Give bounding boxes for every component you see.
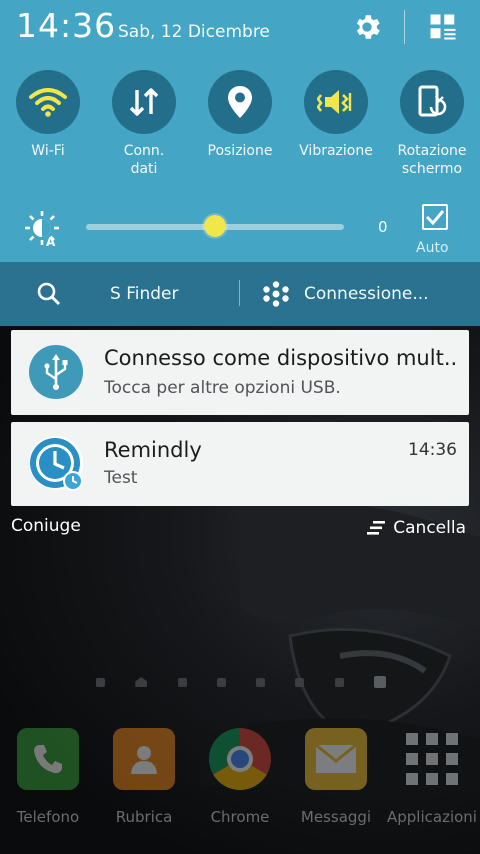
grid-edit-icon <box>430 14 456 40</box>
notification-remindly[interactable]: Remindly Test 14:36 <box>11 422 469 506</box>
location-icon <box>228 86 252 118</box>
toggle-mobile-data-circle <box>112 70 176 134</box>
toggle-mobile-data-label: Conn. dati <box>123 143 165 177</box>
edit-toggles-button[interactable] <box>424 8 462 46</box>
s-finder-label: S Finder <box>110 284 179 304</box>
toggle-wifi[interactable]: Wi-Fi <box>3 70 93 160</box>
dock-app-telefono-label: Telefono <box>16 808 80 826</box>
gear-icon <box>356 15 380 39</box>
dock-app-chrome[interactable]: Chrome <box>192 728 288 826</box>
dock-app-messaggi-label: Messaggi <box>300 808 372 826</box>
toggle-mobile-data[interactable]: Conn. dati <box>99 70 189 178</box>
s-finder-button[interactable]: S Finder <box>36 276 226 312</box>
apps-grid-icon <box>401 728 463 790</box>
checkmark-icon <box>425 210 445 226</box>
page-dot[interactable] <box>177 677 187 687</box>
dock-app-rubrica[interactable]: Rubrica <box>96 728 192 826</box>
quick-settings-panel: 14:36 Sab, 12 Dicembre Wi-Fi Conn. dati … <box>0 0 480 262</box>
toggle-screen-rotation-circle <box>400 70 464 134</box>
brightness-icon: A <box>25 211 59 248</box>
toggle-wifi-label: Wi-Fi <box>31 143 65 159</box>
messages-icon <box>305 728 367 790</box>
notification-remindly-time: 14:36 <box>408 440 457 460</box>
current-page-dot[interactable] <box>373 676 386 688</box>
page-dot[interactable] <box>216 677 226 687</box>
clear-all-icon <box>367 521 386 535</box>
status-clock: 14:36 <box>16 6 117 45</box>
toggle-vibration-label: Vibrazione <box>299 143 373 159</box>
home-page-dot[interactable] <box>135 677 148 687</box>
usb-icon <box>44 354 68 390</box>
toggle-vibration[interactable]: Vibrazione <box>291 70 381 160</box>
quick-connect-button[interactable]: Connessione... <box>262 276 472 312</box>
quick-connect-icon <box>263 281 289 307</box>
mobile-data-icon <box>129 88 159 116</box>
clear-notifications-button[interactable]: Cancella <box>367 514 466 542</box>
page-indicator <box>96 673 386 691</box>
dock-app-applicazioni-label: Applicazioni <box>387 808 477 826</box>
notification-usb-title: Connesso come dispositivo mult.. <box>104 346 458 370</box>
page-dot[interactable] <box>295 677 305 687</box>
toggle-vibration-circle <box>304 70 368 134</box>
toggle-screen-rotation[interactable]: Rotazione schermo <box>387 70 477 178</box>
toggle-wifi-circle <box>16 70 80 134</box>
dock-app-messaggi[interactable]: Messaggi <box>288 728 384 826</box>
page-dot[interactable] <box>96 677 105 687</box>
wifi-icon <box>29 88 67 117</box>
notification-usb[interactable]: Connesso come dispositivo mult.. Tocca p… <box>11 330 469 415</box>
quick-connect-label: Connessione... <box>304 284 429 304</box>
toggle-location[interactable]: Posizione <box>195 70 285 160</box>
dock-app-rubrica-label: Rubrica <box>115 808 173 826</box>
phone-icon <box>17 728 79 790</box>
chrome-icon <box>209 728 271 790</box>
clock-icon <box>30 438 83 491</box>
vibration-icon <box>317 90 352 114</box>
toggle-location-label: Posizione <box>207 143 273 159</box>
notification-usb-icon-bg <box>29 345 83 399</box>
clear-notifications-label: Cancella <box>393 518 466 538</box>
dock-app-applicazioni[interactable]: Applicazioni <box>384 728 480 826</box>
settings-button[interactable] <box>348 8 386 46</box>
notification-remindly-title: Remindly <box>104 438 202 462</box>
auto-brightness-label: Auto <box>416 240 449 256</box>
page-dot[interactable] <box>256 677 266 687</box>
dock-app-chrome-label: Chrome <box>210 808 270 826</box>
quick-actions-bar: S Finder Connessione... <box>0 262 480 326</box>
toggle-location-circle <box>208 70 272 134</box>
page-dot[interactable] <box>334 677 344 687</box>
notification-usb-subtitle: Tocca per altre opzioni USB. <box>104 378 341 398</box>
search-icon <box>37 282 61 306</box>
svg-text:A: A <box>46 235 56 248</box>
status-date: Sab, 12 Dicembre <box>118 22 270 42</box>
auto-brightness-checkbox[interactable] <box>422 204 448 230</box>
brightness-value: 0 <box>378 218 388 236</box>
carrier-label: Coniuge <box>11 516 81 536</box>
notification-remindly-subtitle: Test <box>104 468 138 488</box>
home-dock: Telefono Rubrica Chrome Messaggi Applica… <box>0 728 480 838</box>
dock-app-telefono[interactable]: Telefono <box>0 728 96 826</box>
notification-actions-row: Coniuge Cancella <box>0 510 480 542</box>
brightness-slider-thumb[interactable] <box>204 215 226 237</box>
screen-rotation-icon <box>418 85 447 117</box>
contacts-icon <box>113 728 175 790</box>
search-bar-divider <box>239 280 240 306</box>
toggle-screen-rotation-label: Rotazione schermo <box>397 143 467 177</box>
header-divider <box>404 10 405 44</box>
notification-remindly-icon-bg <box>29 436 83 491</box>
